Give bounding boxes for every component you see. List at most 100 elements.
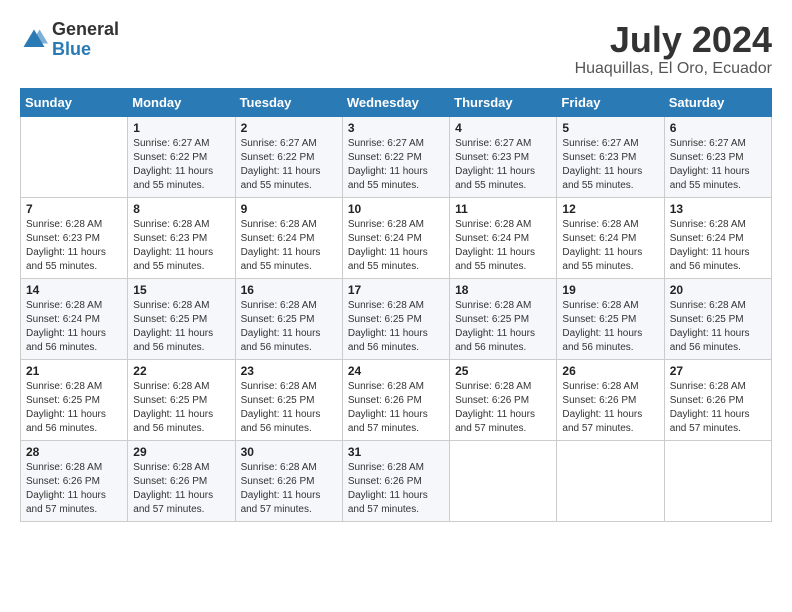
day-info: Sunrise: 6:28 AM Sunset: 6:26 PM Dayligh… (348, 461, 444, 517)
day-number: 26 (562, 364, 658, 378)
day-number: 18 (455, 283, 551, 297)
day-info: Sunrise: 6:27 AM Sunset: 6:23 PM Dayligh… (455, 137, 551, 193)
logo-icon (20, 26, 48, 54)
day-number: 21 (26, 364, 122, 378)
day-info: Sunrise: 6:27 AM Sunset: 6:23 PM Dayligh… (562, 137, 658, 193)
day-info: Sunrise: 6:28 AM Sunset: 6:25 PM Dayligh… (562, 299, 658, 355)
calendar-day-cell: 19 Sunrise: 6:28 AM Sunset: 6:25 PM Dayli… (557, 278, 664, 359)
day-number: 30 (241, 445, 337, 459)
logo-blue: Blue (52, 40, 119, 60)
calendar-week-row: 14 Sunrise: 6:28 AM Sunset: 6:24 PM Dayli… (21, 278, 772, 359)
month-year-title: July 2024 (575, 20, 772, 60)
day-number: 12 (562, 202, 658, 216)
day-info: Sunrise: 6:28 AM Sunset: 6:25 PM Dayligh… (241, 299, 337, 355)
day-info: Sunrise: 6:28 AM Sunset: 6:24 PM Dayligh… (26, 299, 122, 355)
calendar-day-cell (664, 440, 771, 521)
calendar-day-cell: 9 Sunrise: 6:28 AM Sunset: 6:24 PM Daylig… (235, 197, 342, 278)
day-number: 24 (348, 364, 444, 378)
calendar-day-cell: 11 Sunrise: 6:28 AM Sunset: 6:24 PM Dayli… (450, 197, 557, 278)
calendar-day-cell: 20 Sunrise: 6:28 AM Sunset: 6:25 PM Dayli… (664, 278, 771, 359)
calendar-week-row: 28Sunrise: 6:28 AM Sunset: 6:26 PM Dayli… (21, 440, 772, 521)
day-info: Sunrise: 6:28 AM Sunset: 6:25 PM Dayligh… (670, 299, 766, 355)
day-number: 7 (26, 202, 122, 216)
day-info: Sunrise: 6:27 AM Sunset: 6:22 PM Dayligh… (241, 137, 337, 193)
day-info: Sunrise: 6:28 AM Sunset: 6:25 PM Dayligh… (133, 299, 229, 355)
calendar-day-cell: 31 Sunrise: 6:28 AM Sunset: 6:26 PM Dayli… (342, 440, 449, 521)
day-number: 15 (133, 283, 229, 297)
calendar-day-cell: 6Sunrise: 6:27 AM Sunset: 6:23 PM Daylig… (664, 116, 771, 197)
day-info: Sunrise: 6:27 AM Sunset: 6:22 PM Dayligh… (348, 137, 444, 193)
day-info: Sunrise: 6:28 AM Sunset: 6:25 PM Dayligh… (348, 299, 444, 355)
day-number: 17 (348, 283, 444, 297)
calendar-day-cell: 29Sunrise: 6:28 AM Sunset: 6:26 PM Dayli… (128, 440, 235, 521)
day-info: Sunrise: 6:28 AM Sunset: 6:23 PM Dayligh… (26, 218, 122, 274)
calendar-day-cell: 3 Sunrise: 6:27 AM Sunset: 6:22 PM Daylig… (342, 116, 449, 197)
calendar-day-cell: 21 Sunrise: 6:28 AM Sunset: 6:25 PM Dayli… (21, 359, 128, 440)
day-number: 8 (133, 202, 229, 216)
day-number: 14 (26, 283, 122, 297)
day-number: 20 (670, 283, 766, 297)
day-number: 16 (241, 283, 337, 297)
day-number: 31 (348, 445, 444, 459)
day-info: Sunrise: 6:28 AM Sunset: 6:26 PM Dayligh… (348, 380, 444, 436)
day-info: Sunrise: 6:28 AM Sunset: 6:24 PM Dayligh… (241, 218, 337, 274)
day-info: Sunrise: 6:28 AM Sunset: 6:26 PM Dayligh… (670, 380, 766, 436)
day-of-week-header: Monday (128, 88, 235, 116)
calendar-day-cell: 25Sunrise: 6:28 AM Sunset: 6:26 PM Dayli… (450, 359, 557, 440)
calendar-day-cell: 13 Sunrise: 6:28 AM Sunset: 6:24 PM Dayli… (664, 197, 771, 278)
day-info: Sunrise: 6:28 AM Sunset: 6:23 PM Dayligh… (133, 218, 229, 274)
calendar-day-cell: 2Sunrise: 6:27 AM Sunset: 6:22 PM Daylig… (235, 116, 342, 197)
calendar-day-cell: 26 Sunrise: 6:28 AM Sunset: 6:26 PM Dayli… (557, 359, 664, 440)
calendar-header-row: SundayMondayTuesdayWednesdayThursdayFrid… (21, 88, 772, 116)
day-info: Sunrise: 6:28 AM Sunset: 6:25 PM Dayligh… (26, 380, 122, 436)
day-info: Sunrise: 6:28 AM Sunset: 6:24 PM Dayligh… (670, 218, 766, 274)
logo: General Blue (20, 20, 119, 60)
calendar-day-cell: 22Sunrise: 6:28 AM Sunset: 6:25 PM Dayli… (128, 359, 235, 440)
calendar-day-cell: 15 Sunrise: 6:28 AM Sunset: 6:25 PM Dayli… (128, 278, 235, 359)
day-number: 1 (133, 121, 229, 135)
calendar-week-row: 21 Sunrise: 6:28 AM Sunset: 6:25 PM Dayli… (21, 359, 772, 440)
day-info: Sunrise: 6:28 AM Sunset: 6:26 PM Dayligh… (241, 461, 337, 517)
calendar-day-cell: 27 Sunrise: 6:28 AM Sunset: 6:26 PM Dayli… (664, 359, 771, 440)
day-number: 10 (348, 202, 444, 216)
day-of-week-header: Friday (557, 88, 664, 116)
calendar-table: SundayMondayTuesdayWednesdayThursdayFrid… (20, 88, 772, 522)
calendar-day-cell: 7 Sunrise: 6:28 AM Sunset: 6:23 PM Daylig… (21, 197, 128, 278)
logo-text: General Blue (52, 20, 119, 60)
day-of-week-header: Saturday (664, 88, 771, 116)
day-number: 22 (133, 364, 229, 378)
calendar-day-cell: 16 Sunrise: 6:28 AM Sunset: 6:25 PM Dayli… (235, 278, 342, 359)
day-info: Sunrise: 6:28 AM Sunset: 6:26 PM Dayligh… (562, 380, 658, 436)
title-block: July 2024 Huaquillas, El Oro, Ecuador (575, 20, 772, 78)
calendar-day-cell: 28Sunrise: 6:28 AM Sunset: 6:26 PM Dayli… (21, 440, 128, 521)
location-subtitle: Huaquillas, El Oro, Ecuador (575, 60, 772, 78)
day-info: Sunrise: 6:28 AM Sunset: 6:25 PM Dayligh… (241, 380, 337, 436)
calendar-day-cell: 10 Sunrise: 6:28 AM Sunset: 6:24 PM Dayli… (342, 197, 449, 278)
calendar-day-cell: 14 Sunrise: 6:28 AM Sunset: 6:24 PM Dayli… (21, 278, 128, 359)
day-number: 13 (670, 202, 766, 216)
day-info: Sunrise: 6:28 AM Sunset: 6:25 PM Dayligh… (455, 299, 551, 355)
day-number: 6 (670, 121, 766, 135)
calendar-day-cell (450, 440, 557, 521)
day-info: Sunrise: 6:27 AM Sunset: 6:22 PM Dayligh… (133, 137, 229, 193)
day-number: 25 (455, 364, 551, 378)
calendar-day-cell: 24 Sunrise: 6:28 AM Sunset: 6:26 PM Dayli… (342, 359, 449, 440)
day-info: Sunrise: 6:28 AM Sunset: 6:24 PM Dayligh… (348, 218, 444, 274)
day-number: 3 (348, 121, 444, 135)
day-info: Sunrise: 6:28 AM Sunset: 6:24 PM Dayligh… (455, 218, 551, 274)
logo-general: General (52, 20, 119, 40)
calendar-day-cell (21, 116, 128, 197)
day-number: 27 (670, 364, 766, 378)
day-of-week-header: Wednesday (342, 88, 449, 116)
calendar-day-cell: 23 Sunrise: 6:28 AM Sunset: 6:25 PM Dayli… (235, 359, 342, 440)
day-info: Sunrise: 6:28 AM Sunset: 6:24 PM Dayligh… (562, 218, 658, 274)
day-number: 23 (241, 364, 337, 378)
day-number: 9 (241, 202, 337, 216)
day-number: 11 (455, 202, 551, 216)
calendar-day-cell: 1 Sunrise: 6:27 AM Sunset: 6:22 PM Daylig… (128, 116, 235, 197)
calendar-day-cell: 18 Sunrise: 6:28 AM Sunset: 6:25 PM Dayli… (450, 278, 557, 359)
calendar-week-row: 7 Sunrise: 6:28 AM Sunset: 6:23 PM Daylig… (21, 197, 772, 278)
calendar-day-cell (557, 440, 664, 521)
day-number: 19 (562, 283, 658, 297)
calendar-day-cell: 12 Sunrise: 6:28 AM Sunset: 6:24 PM Dayli… (557, 197, 664, 278)
